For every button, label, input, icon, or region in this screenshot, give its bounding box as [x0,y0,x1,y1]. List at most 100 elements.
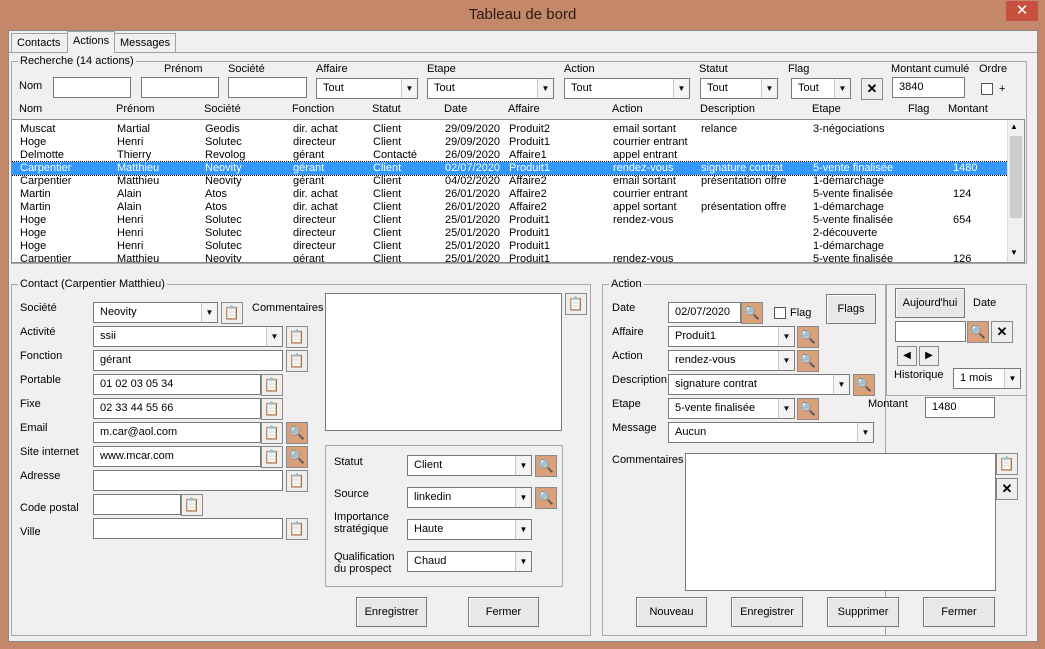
action-new-button[interactable]: Nouveau [636,597,707,627]
header-fonction[interactable]: Fonction [292,103,334,116]
action-date-input[interactable]: 02/07/2020 [668,302,741,323]
chevron-down-icon[interactable]: ▼ [515,520,531,539]
chevron-down-icon[interactable]: ▼ [1004,369,1020,388]
contact-source-select[interactable]: linkedin ▼ [407,487,532,508]
chevron-down-icon[interactable]: ▼ [857,423,873,442]
contact-cp-input[interactable] [93,494,181,515]
source-search-button[interactable]: 🔍 [535,487,557,509]
table-row[interactable]: Carpentier Matthieu Neovity gérant Client 25/… [12,253,1008,262]
chevron-down-icon[interactable]: ▼ [201,303,217,322]
chevron-down-icon[interactable]: ▼ [778,399,794,418]
header-montant[interactable]: Montant [948,103,988,116]
contact-ville-input[interactable] [93,518,283,539]
action-affaire-search-button[interactable]: 🔍 [797,326,819,348]
search-societe-input[interactable] [228,77,307,98]
action-affaire-select[interactable]: Produit1 ▼ [668,326,795,347]
contact-importance-select[interactable]: Haute ▼ [407,519,532,540]
copy-email-button[interactable]: 📋 [261,422,283,444]
chevron-down-icon[interactable]: ▼ [673,79,689,98]
scroll-up-icon[interactable]: ▲ [1010,122,1018,131]
today-button[interactable]: Aujourd'hui [895,288,965,318]
header-nom[interactable]: Nom [19,103,42,116]
action-montant-input[interactable]: 1480 [925,397,995,418]
search-statut-select[interactable]: Tout ▼ [700,78,778,99]
contact-save-button[interactable]: Enregistrer [356,597,427,627]
table-row[interactable]: Carpentier Matthieu Neovity gérant Client 02/… [12,161,1009,176]
table-row[interactable]: Carpentier Matthieu Neovity gérant Client 04/… [12,175,1008,188]
action-action-select[interactable]: rendez-vous ▼ [668,350,795,371]
chevron-down-icon[interactable]: ▼ [515,456,531,475]
action-flag-checkbox[interactable] [774,307,786,319]
contact-site-input[interactable]: www.mcar.com [93,446,261,467]
chevron-down-icon[interactable]: ▼ [515,488,531,507]
copy-site-button[interactable]: 📋 [261,446,283,468]
chevron-down-icon[interactable]: ▼ [537,79,553,98]
header-flag[interactable]: Flag [908,103,929,116]
chevron-down-icon[interactable]: ▼ [834,79,850,98]
flags-button[interactable]: Flags [826,294,876,324]
clear-action-commentaires-button[interactable]: ✕ [996,478,1018,500]
chevron-down-icon[interactable]: ▼ [833,375,849,394]
chevron-down-icon[interactable]: ▼ [778,351,794,370]
contact-activite-select[interactable]: ssii ▼ [93,326,283,347]
contact-email-input[interactable]: m.car@aol.com [93,422,261,443]
search-nom-input[interactable] [53,77,131,98]
copy-ville-button[interactable]: 📋 [286,518,308,540]
table-row[interactable]: Martin Alain Atos dir. achat Client 26/01/202… [12,201,1008,214]
header-societe[interactable]: Société [204,103,241,116]
contact-fonction-input[interactable]: gérant [93,350,283,371]
action-close-button[interactable]: Fermer [923,597,995,627]
action-description-select[interactable]: signature contrat ▼ [668,374,850,395]
contact-qualif-select[interactable]: Chaud ▼ [407,551,532,572]
search-flag-select[interactable]: Tout ▼ [791,78,851,99]
table-row[interactable]: Hoge Henri Solutec directeur Client 29/09/202… [12,136,1008,149]
header-description[interactable]: Description [700,103,755,116]
contact-commentaires-textarea[interactable] [325,293,562,431]
search-montant-input[interactable]: 3840 [892,77,965,98]
search-affaire-select[interactable]: Tout ▼ [316,78,418,99]
table-row[interactable]: Muscat Martial Geodis dir. achat Client 29/09… [12,123,1008,136]
action-date-search-button[interactable]: 🔍 [741,302,763,324]
copy-activite-button[interactable]: 📋 [286,326,308,348]
copy-adresse-button[interactable]: 📋 [286,470,308,492]
contact-close-button[interactable]: Fermer [468,597,539,627]
contact-fixe-input[interactable]: 02 33 44 55 66 [93,398,261,419]
copy-societe-button[interactable]: 📋 [221,302,243,324]
action-message-select[interactable]: Aucun ▼ [668,422,874,443]
copy-cp-button[interactable]: 📋 [181,494,203,516]
action-description-search-button[interactable]: 🔍 [853,374,875,396]
statut-search-button[interactable]: 🔍 [535,455,557,477]
site-search-button[interactable]: 🔍 [286,446,308,468]
clear-search-button[interactable]: ✕ [861,78,883,100]
chevron-down-icon[interactable]: ▼ [401,79,417,98]
header-etape[interactable]: Etape [812,103,841,116]
chevron-down-icon[interactable]: ▼ [266,327,282,346]
contact-societe-select[interactable]: Neovity ▼ [93,302,218,323]
action-etape-select[interactable]: 5-vente finalisée ▼ [668,398,795,419]
header-statut[interactable]: Statut [372,103,401,116]
list-scrollbar[interactable]: ▲ ▼ [1007,120,1024,262]
tab-messages[interactable]: Messages [114,33,176,52]
tab-contacts[interactable]: Contacts [11,33,68,52]
action-action-search-button[interactable]: 🔍 [797,350,819,372]
action-etape-search-button[interactable]: 🔍 [797,398,819,420]
email-search-button[interactable]: 🔍 [286,422,308,444]
header-prenom[interactable]: Prénom [116,103,155,116]
side-date-search-button[interactable]: 🔍 [967,321,989,343]
table-row[interactable]: Hoge Henri Solutec directeur Client 25/01/202… [12,214,1008,227]
header-date[interactable]: Date [444,103,467,116]
copy-commentaires-button[interactable]: 📋 [565,293,587,315]
side-date-clear-button[interactable]: ✕ [991,321,1013,343]
tab-actions[interactable]: Actions [67,31,115,53]
chevron-down-icon[interactable]: ▼ [515,552,531,571]
copy-fixe-button[interactable]: 📋 [261,398,283,420]
prev-button[interactable]: ◀ [897,346,917,366]
action-commentaires-textarea[interactable] [685,453,996,591]
header-affaire[interactable]: Affaire [508,103,540,116]
action-delete-button[interactable]: Supprimer [827,597,899,627]
table-row[interactable]: Hoge Henri Solutec directeur Client 25/01/202… [12,227,1008,240]
side-date-input[interactable] [895,321,966,342]
actions-list[interactable]: Muscat Martial Geodis dir. achat Client 29/09… [11,119,1025,263]
table-row[interactable]: Hoge Henri Solutec directeur Client 25/01/202… [12,240,1008,253]
search-etape-select[interactable]: Tout ▼ [427,78,554,99]
